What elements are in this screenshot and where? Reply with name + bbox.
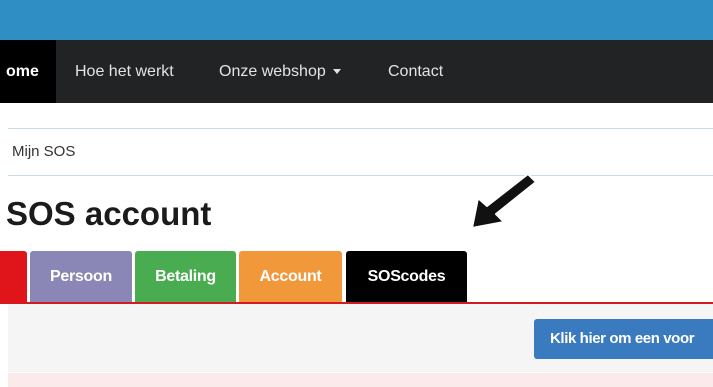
page-title: SOS account [6,195,212,232]
tab-red[interactable] [0,251,27,302]
tab-account[interactable]: Account [239,251,342,302]
tab-persoon[interactable]: Persoon [30,251,132,302]
tab-soscodes[interactable]: SOScodes [346,251,467,302]
black-arrow-icon [471,173,536,229]
breadcrumb: Mijn SOS [8,128,713,176]
nav-item-contact[interactable]: Contact [388,40,443,103]
tab-account-label: Account [259,268,322,285]
tab-betaling-label: Betaling [155,268,216,285]
breadcrumb-current: Mijn SOS [12,143,76,160]
nav-item-how-it-works-label: Hoe het werkt [75,63,174,80]
top-color-bar [0,0,713,40]
nav-item-how-it-works[interactable]: Hoe het werkt [75,40,174,103]
nav-item-contact-label: Contact [388,63,444,80]
tab-persoon-label: Persoon [50,268,112,285]
request-code-button-label: Klik hier om een voor [550,330,695,347]
nav-item-home[interactable]: ome [0,40,56,103]
main-navbar: ome Hoe het werkt Onze webshop Contact [0,40,713,103]
request-code-button[interactable]: Klik hier om een voor [534,319,713,359]
tab-betaling[interactable]: Betaling [135,251,236,302]
nav-item-webshop-dropdown[interactable]: Onze webshop [219,40,341,103]
alert-strip [8,373,713,387]
page: ome Hoe het werkt Onze webshop Contact M… [0,0,713,387]
nav-item-home-label: ome [6,63,39,80]
nav-item-webshop-label: Onze webshop [219,63,326,80]
tab-soscodes-label: SOScodes [367,268,446,285]
caret-down-icon [332,69,341,75]
